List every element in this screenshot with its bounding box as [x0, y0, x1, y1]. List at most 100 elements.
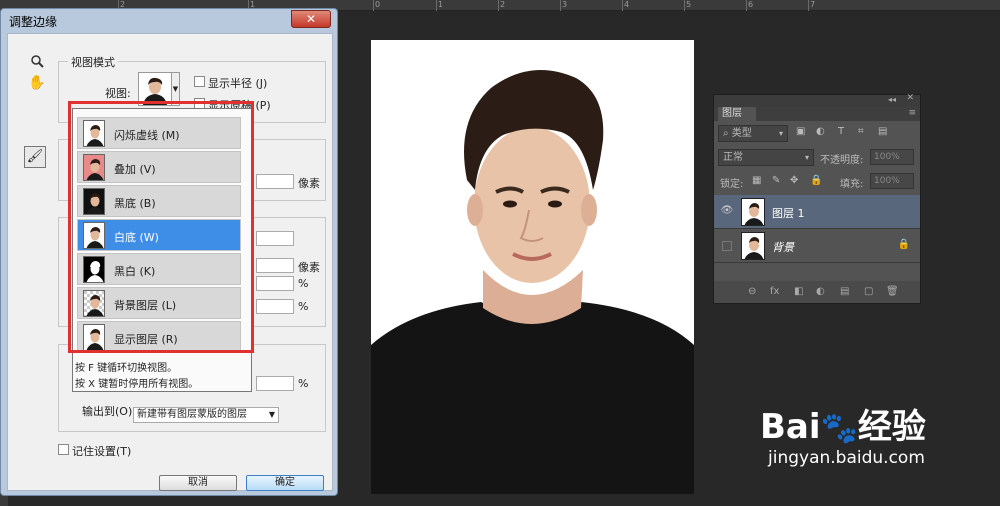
watermark-url: jingyan.baidu.com [768, 448, 925, 468]
dialog-title: 调整边缘 [9, 15, 58, 29]
fill-input[interactable]: 100% [870, 173, 914, 189]
output-to-select[interactable]: 新建带有图层蒙版的图层 ▼ [133, 407, 279, 423]
ruler-label: 5 [686, 0, 692, 9]
hint-disable-views: 按 X 键暂时停用所有视图。 [75, 379, 199, 390]
hand-tool-icon[interactable]: ✋ [28, 74, 46, 92]
lock-all-icon[interactable]: 🔒 [810, 175, 822, 186]
hint-cycle-views: 按 F 键循环切换视图。 [75, 363, 178, 374]
filter-smart-icon[interactable]: ▤ [878, 126, 887, 137]
panel-menu-icon[interactable]: ≡ [908, 108, 916, 118]
layer-name: 图层 1 [772, 207, 805, 220]
ok-button[interactable]: 确定 [246, 475, 324, 491]
ruler-tick [498, 0, 499, 11]
link-layers-icon[interactable]: ⊖ [748, 286, 756, 297]
fill-value: 100% [874, 176, 900, 186]
ruler-label: 4 [624, 0, 630, 9]
portrait-photo [371, 40, 694, 494]
lock-transparent-icon[interactable]: ▦ [752, 175, 761, 186]
show-radius-label: 显示半径 (J) [208, 77, 268, 90]
feather-input[interactable] [256, 258, 294, 273]
smooth-input[interactable] [256, 231, 294, 246]
layers-panel: ◂◂ ✕ 图层 ≡ ⌕ 类型 ▾ ▣ ◐ T ⌗ ▤ 正常 ▾ 不透明度: 100%… [713, 93, 921, 304]
filter-type-icon[interactable]: T [838, 126, 844, 137]
remember-checkbox[interactable] [58, 444, 69, 455]
layer-row-background[interactable]: 背景 🔒 [714, 229, 920, 263]
zoom-tool-icon[interactable] [28, 54, 46, 72]
ruler-label: 3 [562, 0, 568, 9]
view-label: 视图: [105, 87, 131, 100]
close-button[interactable]: ✕ [291, 10, 331, 28]
amount-input[interactable] [256, 376, 294, 391]
ruler-label: 6 [748, 0, 754, 9]
fx-icon[interactable]: fx [770, 286, 779, 297]
layers-footer: ⊖ fx ◧ ◐ ▤ ▢ 🗑 [714, 281, 920, 303]
refine-radius-tool-icon[interactable]: 🖌 [24, 146, 46, 168]
unit-pct: % [298, 377, 309, 390]
lock-position-icon[interactable]: ✥ [790, 175, 798, 186]
ruler-tick [808, 0, 809, 11]
lock-icon: 🔒 [897, 239, 910, 250]
watermark-brand2: 经验 [857, 407, 926, 447]
ruler-tick [746, 0, 747, 11]
eye-icon[interactable]: 👁 [720, 205, 734, 217]
opacity-value: 100% [874, 152, 900, 162]
tab-layers[interactable]: 图层 [718, 107, 756, 121]
shift-edge-input[interactable] [256, 299, 294, 314]
new-group-icon[interactable]: ▤ [840, 286, 849, 297]
layer-row-1[interactable]: 👁 图层 1 [714, 195, 920, 229]
filter-kind-select[interactable]: ⌕ 类型 ▾ [718, 125, 788, 142]
unit-pct: % [298, 277, 309, 290]
layer-name: 背景 [772, 241, 794, 254]
ruler-tick [373, 0, 374, 11]
ruler-tick [684, 0, 685, 11]
lock-image-icon[interactable]: ✎ [772, 175, 780, 186]
watermark-brand: Bai [760, 407, 821, 447]
ruler-tick [436, 0, 437, 11]
output-to-label: 输出到(O): [82, 405, 136, 418]
blend-mode-value: 正常 [723, 152, 743, 163]
cancel-button[interactable]: 取消 [159, 475, 237, 491]
unit-px: 像素 [298, 261, 320, 274]
fill-label: 填充: [840, 179, 864, 190]
search-icon: ⌕ [723, 128, 732, 139]
filter-pixel-icon[interactable]: ▣ [796, 126, 805, 137]
ruler-label: 1 [438, 0, 444, 9]
view-mode-title: 视图模式 [68, 54, 118, 70]
close-icon[interactable]: ✕ [906, 93, 914, 103]
lock-label: 锁定: [720, 179, 744, 190]
add-mask-icon[interactable]: ◧ [794, 286, 803, 297]
layer-thumbnail [741, 232, 765, 260]
contrast-input[interactable] [256, 276, 294, 291]
baidu-watermark: Bai🐾经验 jingyan.baidu.com [760, 408, 926, 468]
filter-adjust-icon[interactable]: ◐ [816, 126, 825, 137]
ruler-tick [560, 0, 561, 11]
ruler-tick [622, 0, 623, 11]
highlight-box [68, 101, 254, 353]
layer-thumbnail [741, 198, 765, 226]
chevron-down-icon: ▼ [268, 410, 275, 419]
ruler-label: 2 [500, 0, 506, 9]
opacity-input[interactable]: 100% [870, 149, 914, 165]
filter-kind-value: 类型 [731, 128, 752, 139]
ruler-label: 0 [375, 0, 381, 9]
show-radius-checkbox[interactable] [194, 76, 205, 87]
unit-px: 像素 [298, 177, 320, 190]
collapse-icon[interactable]: ◂◂ [888, 95, 896, 104]
opacity-label: 不透明度: [820, 155, 864, 166]
panel-header: ◂◂ ✕ [714, 93, 920, 107]
blend-mode-select[interactable]: 正常 ▾ [718, 149, 814, 166]
output-to-value: 新建带有图层蒙版的图层 [137, 409, 247, 420]
new-layer-icon[interactable]: ▢ [864, 286, 873, 297]
trash-icon[interactable]: 🗑 [886, 286, 899, 297]
ruler-label: 7 [810, 0, 816, 9]
unit-pct: % [298, 300, 309, 313]
watermark-logo: Bai🐾经验 [760, 408, 926, 448]
remember-label: 记住设置(T) [72, 445, 132, 458]
chevron-down-icon: ▾ [778, 129, 783, 138]
adjustment-icon[interactable]: ◐ [816, 286, 825, 297]
filter-shape-icon[interactable]: ⌗ [858, 126, 864, 137]
chevron-down-icon: ▾ [804, 153, 809, 162]
visibility-toggle[interactable] [722, 241, 732, 251]
paw-icon: 🐾 [820, 411, 858, 446]
radius-input[interactable] [256, 174, 294, 189]
